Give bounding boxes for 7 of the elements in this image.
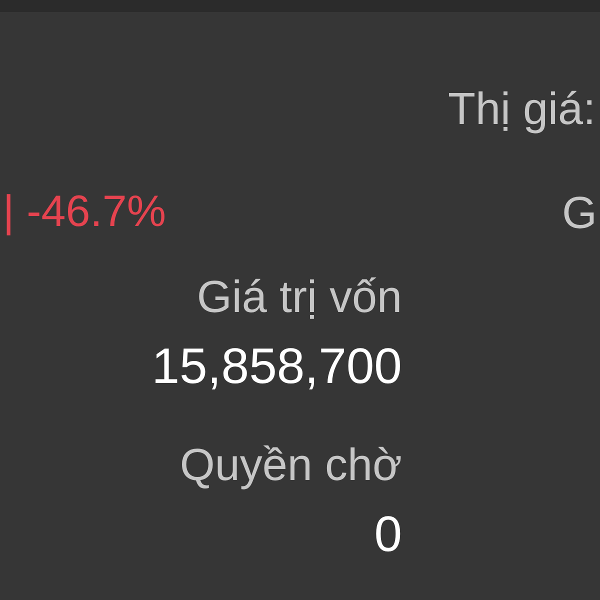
- metric-label: Giá trị vốn: [196, 274, 402, 319]
- metric-value: 0: [374, 509, 402, 559]
- change-text: | -46.7%: [2, 190, 166, 234]
- metric-label: G: [561, 190, 598, 235]
- metric-label: Quyền chờ: [180, 442, 402, 487]
- metric-label: Thị giá:: [448, 86, 596, 131]
- metric-value: 15,858,700: [152, 341, 402, 391]
